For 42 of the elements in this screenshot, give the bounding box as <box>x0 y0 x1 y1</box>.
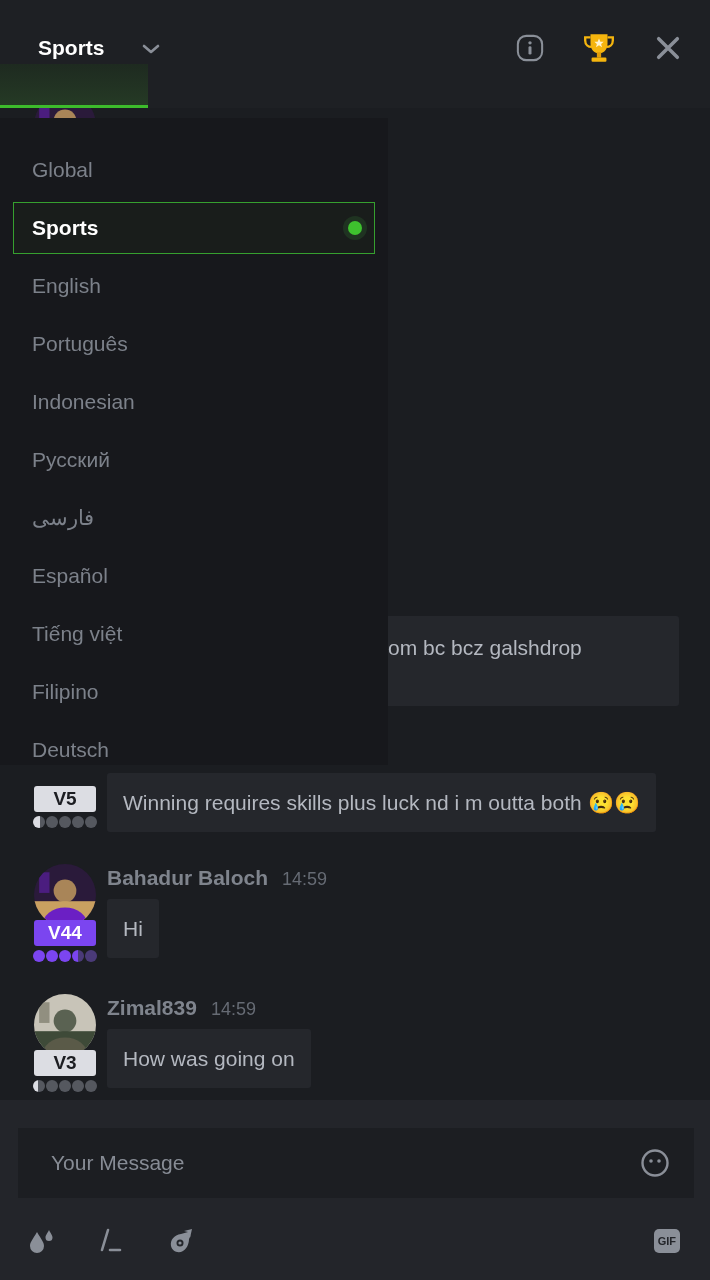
channel-option[interactable]: Sports <box>13 202 375 254</box>
channel-option[interactable]: Português <box>13 315 375 373</box>
channel-option[interactable]: فارسی <box>13 489 375 547</box>
level-pip-icon <box>72 950 84 962</box>
level-badge: V44 <box>34 920 96 946</box>
username[interactable]: Zimal839 <box>107 996 197 1020</box>
message-time: 14:59 <box>210 999 256 1020</box>
level-pip-icon <box>46 815 58 828</box>
message-bubble: How was going on <box>107 1029 311 1089</box>
level-pip-icon <box>33 1080 45 1092</box>
level-pip-icon <box>33 815 45 828</box>
chevron-down-icon[interactable] <box>140 43 161 55</box>
level-pip-icon <box>85 950 97 962</box>
level-pip-icon <box>85 815 97 828</box>
channel-option[interactable]: Español <box>13 547 375 605</box>
level-pip-icon <box>72 1080 84 1092</box>
level-pip-icon <box>59 815 71 828</box>
level-pip-icon <box>72 815 84 828</box>
username[interactable]: Bahadur Baloch <box>107 866 269 890</box>
channel-option[interactable]: Global <box>13 141 375 199</box>
level-pip-icon <box>46 950 58 962</box>
level-pip-icon <box>59 1080 71 1092</box>
gif-button[interactable]: GIF <box>653 1229 680 1253</box>
channel-selector[interactable]: Sports <box>38 36 105 60</box>
channel-option[interactable]: English <box>13 257 375 315</box>
channel-option[interactable]: Русский <box>13 431 375 489</box>
message-time: 14:59 <box>282 869 328 890</box>
level-badge: V3 <box>34 1050 96 1076</box>
emoji-icon[interactable] <box>640 1148 670 1178</box>
message-bubble: Hi <box>107 899 159 959</box>
channel-option[interactable]: Indonesian <box>13 373 375 431</box>
info-icon[interactable] <box>516 34 544 62</box>
level-pip-icon <box>46 1080 58 1092</box>
message-bubble: Winning requires skills plus luck nd i m outta both 😢😢 <box>107 772 656 832</box>
level-pip-icon <box>85 1080 97 1092</box>
trophy-icon[interactable] <box>582 31 616 65</box>
level-pip-icon <box>59 950 71 962</box>
close-icon[interactable] <box>654 34 682 62</box>
level-pip-icon <box>33 950 45 962</box>
level-badge: V5 <box>34 785 96 812</box>
channel-option[interactable]: Deutsch <box>13 721 375 765</box>
message-input[interactable]: Your Message <box>18 1128 694 1198</box>
